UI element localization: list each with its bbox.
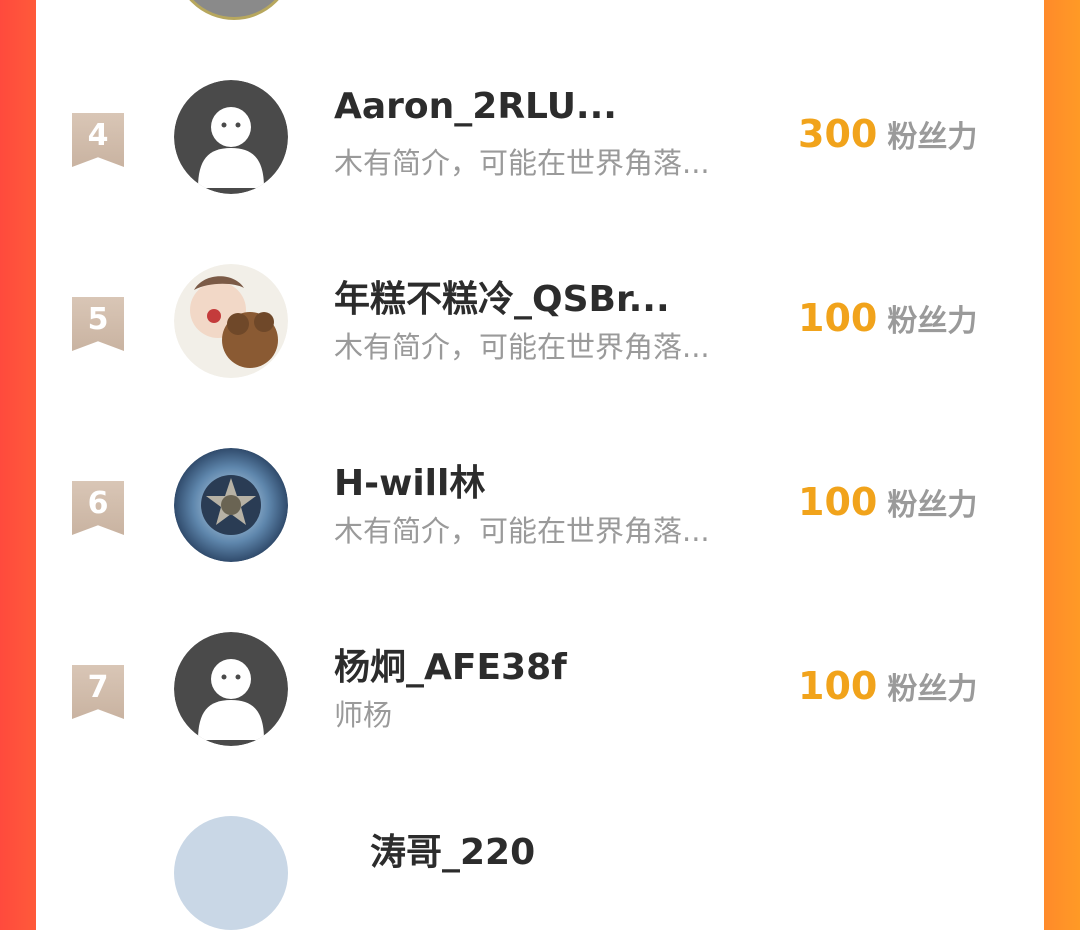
user-bio: 师杨	[334, 698, 393, 732]
rank-badge: 7	[72, 665, 124, 719]
user-bio: 木有简介，可能在世界角落...	[334, 514, 710, 548]
user-bio: 木有简介，可能在世界角落...	[334, 330, 710, 364]
child-with-teddy-photo[interactable]	[174, 264, 288, 378]
default-avatar-icon[interactable]	[174, 632, 288, 746]
fan-score: 100 粉丝力	[798, 480, 977, 524]
rank-badge: 4	[72, 113, 124, 167]
fan-score-value: 100	[798, 480, 878, 524]
default-avatar-icon[interactable]	[174, 80, 288, 194]
user-name[interactable]: Aaron_2RLU...	[334, 86, 774, 127]
fan-score: 100 粉丝力	[798, 664, 977, 708]
ranking-panel: 4 Aaron_2RLU... 木有简介，可能在世界角落... 300 粉丝力 5	[36, 0, 1044, 930]
fan-score-unit: 粉丝力	[887, 120, 978, 155]
list-item[interactable]: 5 年糕不糕冷_QSBr... 木有简介，可能在世界角落... 100 粉丝力	[36, 264, 1044, 424]
user-name-partial[interactable]: 涛哥_220	[370, 823, 535, 875]
list-item[interactable]: 6 H-will林 木有简介，可能在世界角落... 100 粉丝力	[36, 448, 1044, 608]
fan-score-unit: 粉丝力	[887, 488, 978, 523]
fan-score-unit: 粉丝力	[887, 672, 978, 707]
top-avatar[interactable]	[174, 0, 294, 20]
partial-avatar[interactable]	[174, 816, 288, 930]
fan-score: 300 粉丝力	[798, 112, 977, 156]
soccer-ball-stars-image[interactable]	[174, 448, 288, 562]
rank-badge: 5	[72, 297, 124, 351]
user-name[interactable]: 杨炯_AFE38f	[334, 638, 774, 690]
fan-score-value: 100	[798, 296, 878, 340]
fan-score-unit: 粉丝力	[887, 304, 978, 339]
fan-score-value: 300	[798, 112, 878, 156]
fan-score-value: 100	[798, 664, 878, 708]
user-bio: 木有简介，可能在世界角落...	[334, 146, 710, 180]
list-item[interactable]: 7 杨炯_AFE38f 师杨 100 粉丝力	[36, 632, 1044, 792]
list-item[interactable]: 4 Aaron_2RLU... 木有简介，可能在世界角落... 300 粉丝力	[36, 80, 1044, 240]
rank-badge: 6	[72, 481, 124, 535]
user-name[interactable]: 年糕不糕冷_QSBr...	[334, 270, 774, 322]
fan-score: 100 粉丝力	[798, 296, 977, 340]
user-name[interactable]: H-will林	[334, 454, 774, 506]
